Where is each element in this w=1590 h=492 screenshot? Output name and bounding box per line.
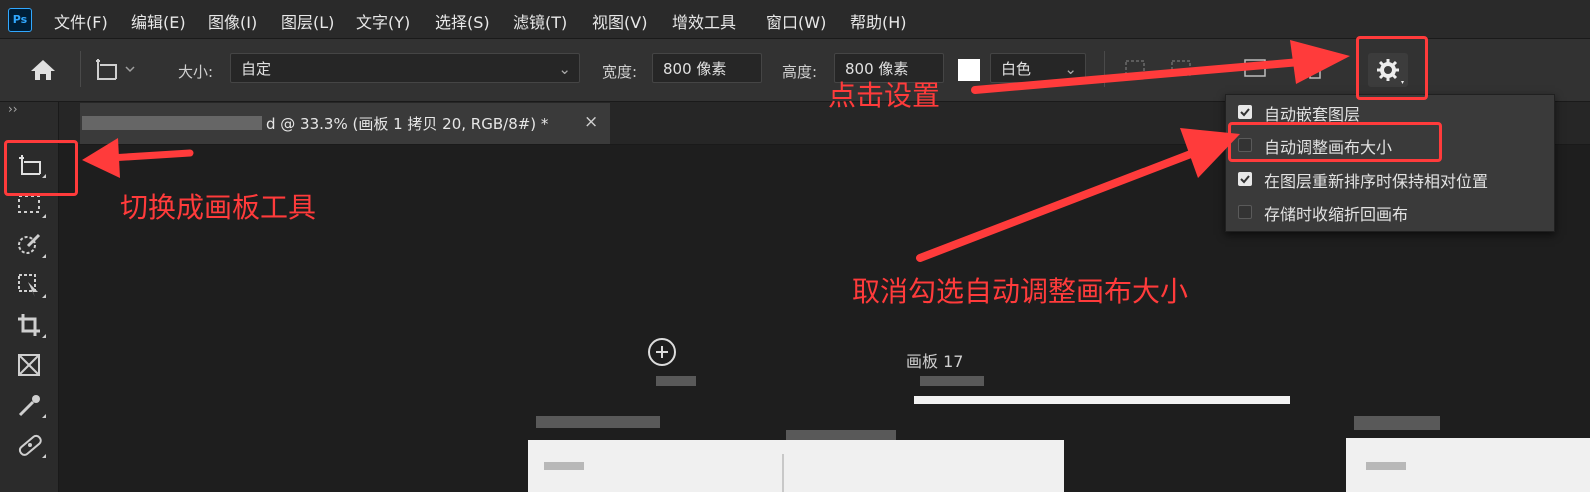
annotation-arrows [82,40,1350,262]
arrow-to-tool-shaft [106,149,194,162]
arrow-to-tool-head [82,138,120,178]
annotation-click-settings: 点击设置 [828,79,941,112]
arrow-to-checkbox-shaft [916,148,1200,262]
annotation-uncheck: 取消勾选自动调整画布大小 [852,275,1189,308]
arrow-to-settings-shaft [971,58,1304,94]
arrow-to-settings-head [1290,40,1350,84]
arrow-to-checkbox-head [1180,128,1240,178]
annotation-switch-tool: 切换成画板工具 [120,191,317,224]
